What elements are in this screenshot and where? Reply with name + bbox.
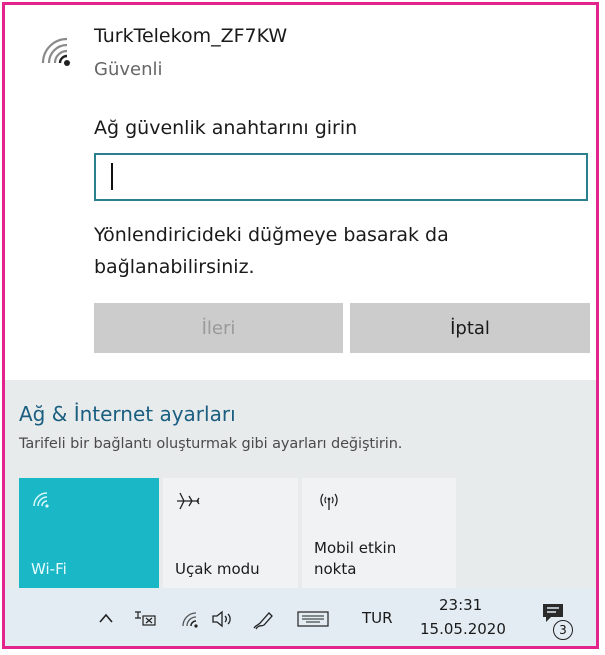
input-language-indicator[interactable]: TUR	[362, 609, 393, 627]
network-adapter-icon[interactable]	[133, 610, 157, 632]
network-ssid: TurkTelekom_ZF7KW	[94, 25, 288, 47]
taskbar: TUR 23:31 15.05.2020 3	[5, 588, 596, 646]
wifi-signal-icon	[37, 35, 73, 71]
clock-time[interactable]: 23:31	[439, 596, 482, 614]
airplane-icon	[175, 490, 201, 516]
hotspot-tile-label: Mobil etkin nokta	[314, 539, 397, 578]
volume-icon[interactable]	[210, 610, 236, 632]
wifi-tile-label: Wi-Fi	[31, 560, 67, 578]
wps-hint: Yönlendiricideki düğmeye basarak da bağl…	[94, 224, 449, 278]
airplane-mode-tile[interactable]: Uçak modu	[163, 478, 298, 588]
wifi-flyout: TurkTelekom_ZF7KW Güvenli Ağ güvenlik an…	[2, 2, 599, 649]
text-caret	[111, 163, 113, 190]
mobile-hotspot-tile[interactable]: Mobil etkin nokta	[302, 478, 456, 588]
wifi-toggle-tile[interactable]: Wi-Fi	[19, 478, 159, 588]
security-key-input[interactable]	[94, 153, 588, 201]
notification-count-badge: 3	[553, 620, 573, 640]
network-entry[interactable]: TurkTelekom_ZF7KW Güvenli	[5, 5, 596, 105]
network-settings-link[interactable]: Ağ & İnternet ayarları	[19, 402, 236, 426]
next-button[interactable]: İleri	[94, 303, 343, 353]
show-hidden-icons-chevron-icon[interactable]	[97, 610, 115, 632]
touch-keyboard-icon[interactable]	[297, 610, 329, 632]
network-security-status: Güvenli	[94, 59, 163, 80]
clock-date[interactable]: 15.05.2020	[420, 620, 506, 638]
settings-panel: Ağ & İnternet ayarları Tarifeli bir bağl…	[5, 380, 596, 646]
airplane-tile-label: Uçak modu	[175, 560, 260, 578]
security-key-prompt: Ağ güvenlik anahtarını girin	[94, 117, 358, 139]
taskbar-wifi-icon[interactable]	[180, 610, 202, 632]
pen-workspace-icon[interactable]	[251, 610, 275, 634]
network-settings-description: Tarifeli bir bağlantı oluşturmak gibi ay…	[19, 436, 403, 452]
hotspot-icon	[314, 490, 344, 516]
wifi-icon	[31, 490, 51, 514]
cancel-button[interactable]: İptal	[350, 303, 590, 353]
